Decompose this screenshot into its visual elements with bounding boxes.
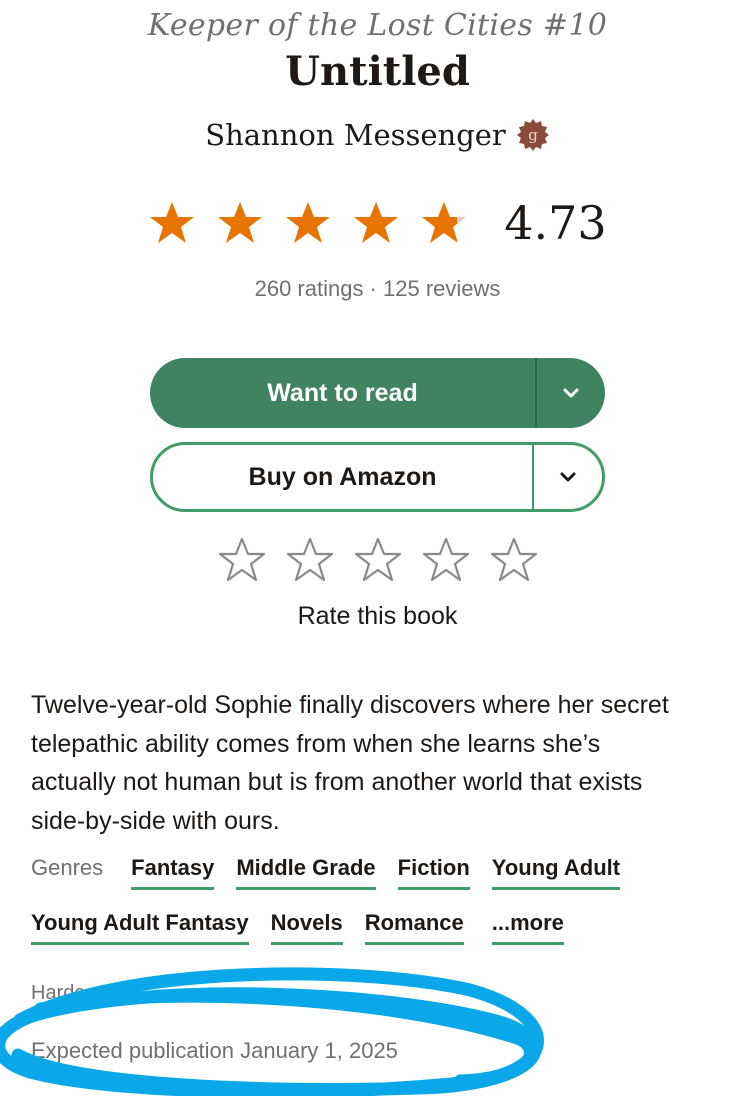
publication-date: Expected publication January 1, 2025: [31, 1038, 398, 1063]
genre-link[interactable]: Fantasy: [131, 855, 215, 890]
author-name[interactable]: Shannon Messenger: [205, 118, 506, 152]
star-filled-icon: [354, 202, 399, 243]
star-outline-icon[interactable]: [218, 536, 266, 584]
star-filled-icon: [150, 202, 195, 243]
genres-more-link[interactable]: ...more: [491, 910, 564, 945]
rate-this-book-label: Rate this book: [297, 602, 458, 630]
goodreads-author-badge-icon: g: [516, 119, 549, 151]
star-outline-icon[interactable]: [286, 536, 334, 584]
rate-this-book-stars: [0, 536, 755, 584]
star-outline-icon[interactable]: [422, 536, 470, 584]
ratings-reviews-count[interactable]: 260 ratings · 125 reviews: [0, 276, 755, 302]
series-link[interactable]: Keeper of the Lost Cities #10: [0, 8, 755, 43]
want-to-read-button-group: Want to read: [150, 358, 605, 428]
buy-options-dropdown-button[interactable]: [532, 445, 602, 509]
book-description: Twelve-year-old Sophie finally discovers…: [31, 691, 669, 835]
genres-section: Genres Fantasy Middle Grade Fiction Youn…: [31, 855, 731, 965]
star-outline-icon[interactable]: [490, 536, 538, 584]
genres-row: Genres Fantasy Middle Grade Fiction Youn…: [31, 855, 731, 910]
genres-label: Genres: [31, 855, 104, 880]
genre-link[interactable]: Young Adult: [491, 855, 621, 890]
average-rating-row: 4.73: [0, 196, 755, 250]
star-partial-icon: [422, 202, 467, 243]
genres-row: Young Adult Fantasy Novels Romance ...mo…: [31, 910, 731, 965]
genre-link[interactable]: Young Adult Fantasy: [31, 910, 249, 945]
genre-link[interactable]: Fiction: [397, 855, 470, 890]
book-title: Untitled: [285, 48, 470, 95]
svg-text:g: g: [528, 126, 538, 144]
star-outline-icon[interactable]: [354, 536, 402, 584]
want-to-read-button[interactable]: Want to read: [150, 358, 535, 428]
genre-link[interactable]: Romance: [364, 910, 464, 945]
average-rating-stars: [148, 199, 468, 247]
annotation-scribble: [0, 967, 544, 1096]
average-rating-value: 4.73: [504, 196, 607, 250]
buy-button-group: Buy on Amazon: [150, 442, 605, 512]
buy-on-amazon-button[interactable]: Buy on Amazon: [153, 445, 532, 509]
star-filled-icon: [286, 202, 331, 243]
genre-link[interactable]: Middle Grade: [236, 855, 376, 890]
chevron-down-icon: [563, 388, 579, 398]
book-format: Hardcover: [31, 982, 124, 1000]
author-row: Shannon Messenger g: [0, 118, 755, 152]
chevron-down-icon: [560, 472, 576, 482]
shelf-dropdown-button[interactable]: [535, 358, 605, 428]
genre-link[interactable]: Novels: [270, 910, 343, 945]
star-filled-icon: [218, 202, 263, 243]
